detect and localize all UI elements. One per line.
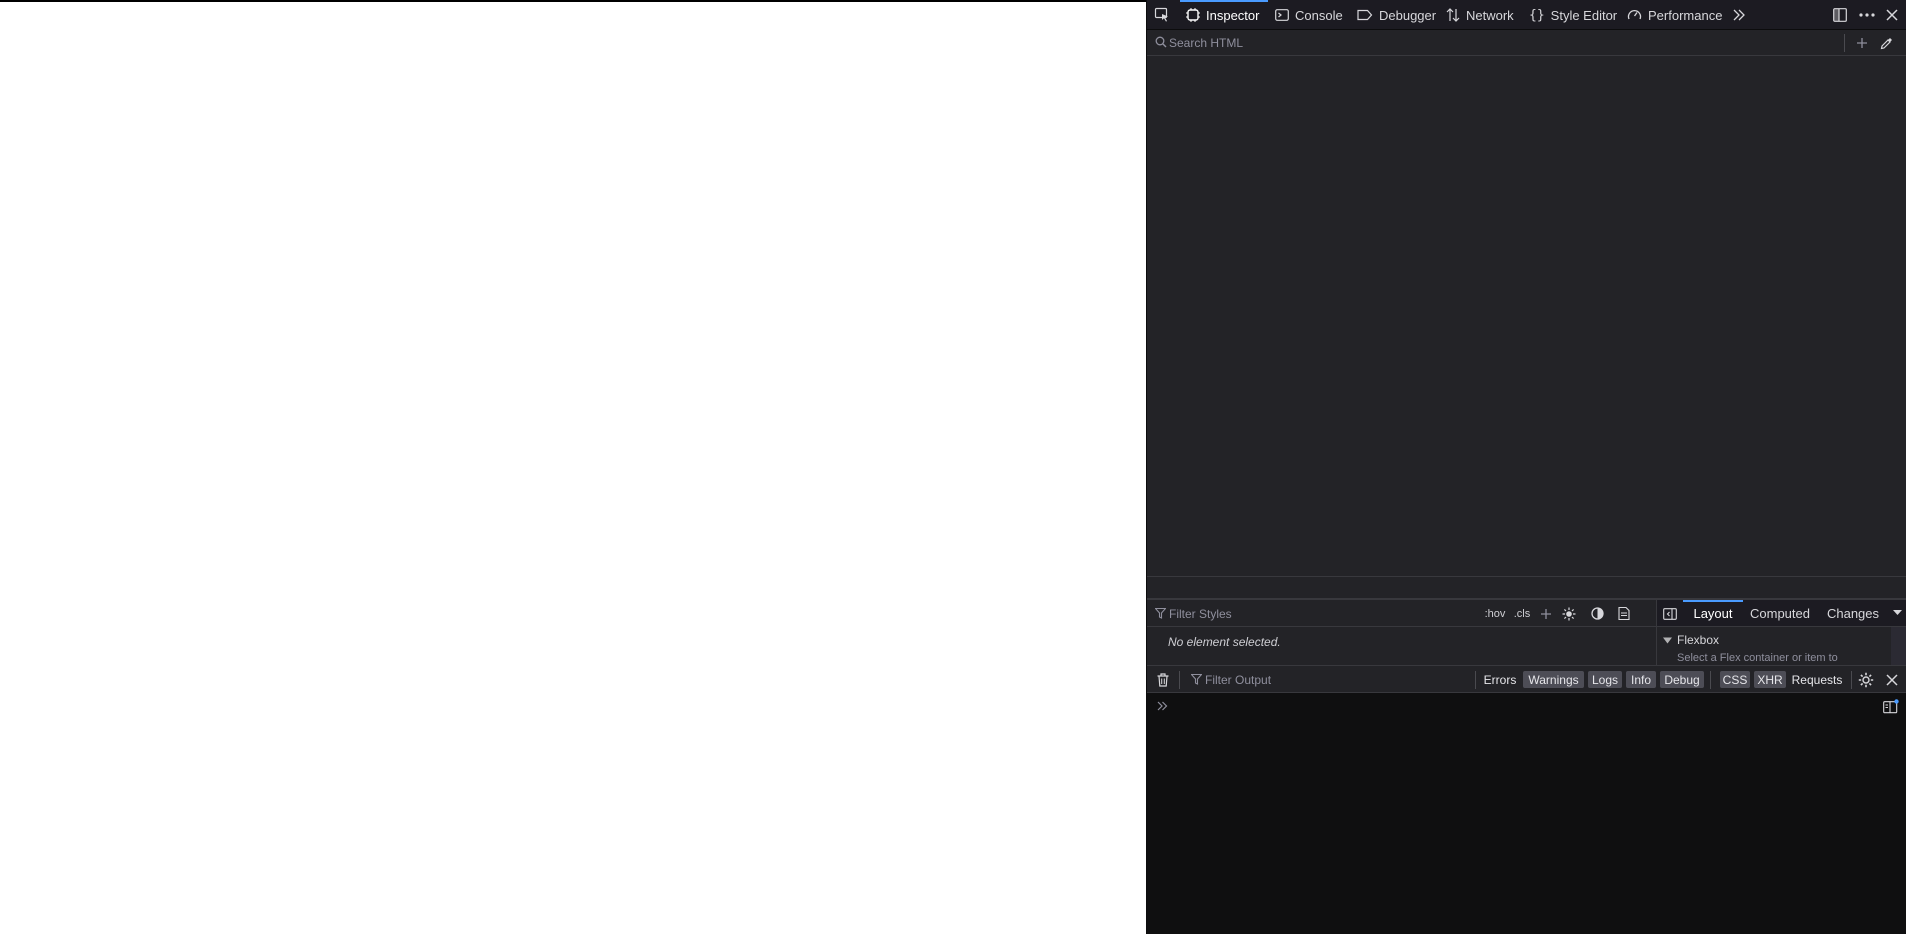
tab-network-label: Network [1466,7,1514,23]
prompt-chevron-icon [1157,700,1168,714]
search-icon [1155,36,1167,51]
rules-toolbar: :hov .cls [1147,600,1656,627]
cls-toggle-button[interactable]: .cls [1511,600,1533,627]
tab-style-editor[interactable]: {} Style Editor [1529,0,1617,30]
filter-output-input[interactable] [1205,671,1465,688]
tab-changes[interactable]: Changes [1817,600,1889,627]
tab-layout[interactable]: Layout [1683,600,1743,627]
performance-icon [1627,9,1642,20]
flexbox-label: Flexbox [1677,633,1720,647]
console-output[interactable] [1147,693,1906,934]
trash-icon[interactable] [1155,671,1171,688]
console-settings-icon[interactable] [1857,671,1875,689]
filter-requests-button[interactable]: Requests [1790,671,1844,688]
filter-errors-button[interactable]: Errors [1481,671,1519,688]
close-icon[interactable] [1883,6,1901,24]
flexbox-hint: Select a Flex container or item to [1677,652,1838,664]
overflow-chevron-icon[interactable] [1729,5,1749,25]
rules-view: No element selected. [1147,627,1656,665]
tab-performance[interactable]: Performance [1627,0,1722,30]
network-icon [1446,8,1460,22]
inspector-icon [1186,8,1200,22]
filter-icon [1154,607,1167,622]
tab-layout-label: Layout [1693,606,1733,621]
light-theme-icon[interactable] [1559,600,1579,627]
dock-side-icon[interactable] [1831,6,1849,24]
tab-console[interactable]: Console [1275,0,1343,30]
filter-warnings-button[interactable]: Warnings [1523,671,1584,688]
divider [1710,671,1711,689]
style-editor-icon: {} [1529,7,1545,23]
breadcrumb [1147,576,1906,600]
flexbox-section-header[interactable]: Flexbox [1663,633,1719,647]
devtools-panel: Inspector Console Debugger Network {} St… [1146,0,1906,934]
search-html-input[interactable] [1169,34,1739,52]
devtools-toolbar: Inspector Console Debugger Network {} St… [1147,0,1906,30]
tab-style-editor-label: Style Editor [1550,7,1618,23]
no-element-message: No element selected. [1168,635,1281,649]
tab-changes-label: Changes [1826,606,1880,621]
debugger-icon [1357,9,1373,21]
inspector-sidebar: Layout Computed Changes Flexbox Select a… [1656,600,1906,665]
tab-performance-label: Performance [1648,7,1723,23]
filter-logs-button[interactable]: Logs [1588,671,1622,688]
console-toolbar: Errors Warnings Logs Info Debug CSS XHR … [1147,665,1906,693]
hov-toggle-button[interactable]: :hov [1481,600,1509,627]
filter-info-button[interactable]: Info [1626,671,1656,688]
tab-console-label: Console [1295,7,1343,23]
toggle-pane-icon[interactable] [1661,605,1679,622]
tab-computed-label: Computed [1750,606,1810,621]
add-rule-icon[interactable] [1536,600,1556,627]
sidebar-scrollbar[interactable] [1891,627,1906,665]
inspector-search-bar [1147,30,1906,56]
print-media-icon[interactable] [1614,600,1634,627]
chevron-down-icon[interactable] [1890,606,1904,620]
tab-inspector[interactable]: Inspector [1180,0,1268,30]
divider [1844,34,1845,52]
web-page-viewport[interactable] [0,2,1146,934]
editor-mode-icon[interactable] [1882,697,1900,715]
element-picker-icon[interactable] [1151,5,1173,25]
dark-theme-icon[interactable] [1587,600,1607,627]
divider [1179,671,1180,689]
divider [1851,671,1852,689]
more-options-icon[interactable] [1857,6,1877,24]
tab-debugger[interactable]: Debugger [1357,0,1436,30]
filter-debug-button[interactable]: Debug [1660,671,1704,688]
tab-computed[interactable]: Computed [1745,600,1815,627]
twisty-down-icon [1663,637,1672,643]
filter-css-button[interactable]: CSS [1720,671,1750,688]
eyedropper-icon[interactable] [1877,34,1895,52]
add-node-icon[interactable] [1853,34,1871,52]
close-split-console-icon[interactable] [1883,671,1901,689]
tab-debugger-label: Debugger [1379,7,1437,23]
console-icon [1275,9,1289,21]
filter-xhr-button[interactable]: XHR [1754,671,1786,688]
divider [1475,671,1476,689]
filter-icon [1190,673,1203,688]
tab-network[interactable]: Network [1446,0,1514,30]
sidebar-tabs: Layout Computed Changes [1657,600,1906,627]
filter-styles-input[interactable] [1169,605,1469,622]
tab-inspector-label: Inspector [1206,7,1260,23]
markup-view[interactable] [1147,56,1906,576]
